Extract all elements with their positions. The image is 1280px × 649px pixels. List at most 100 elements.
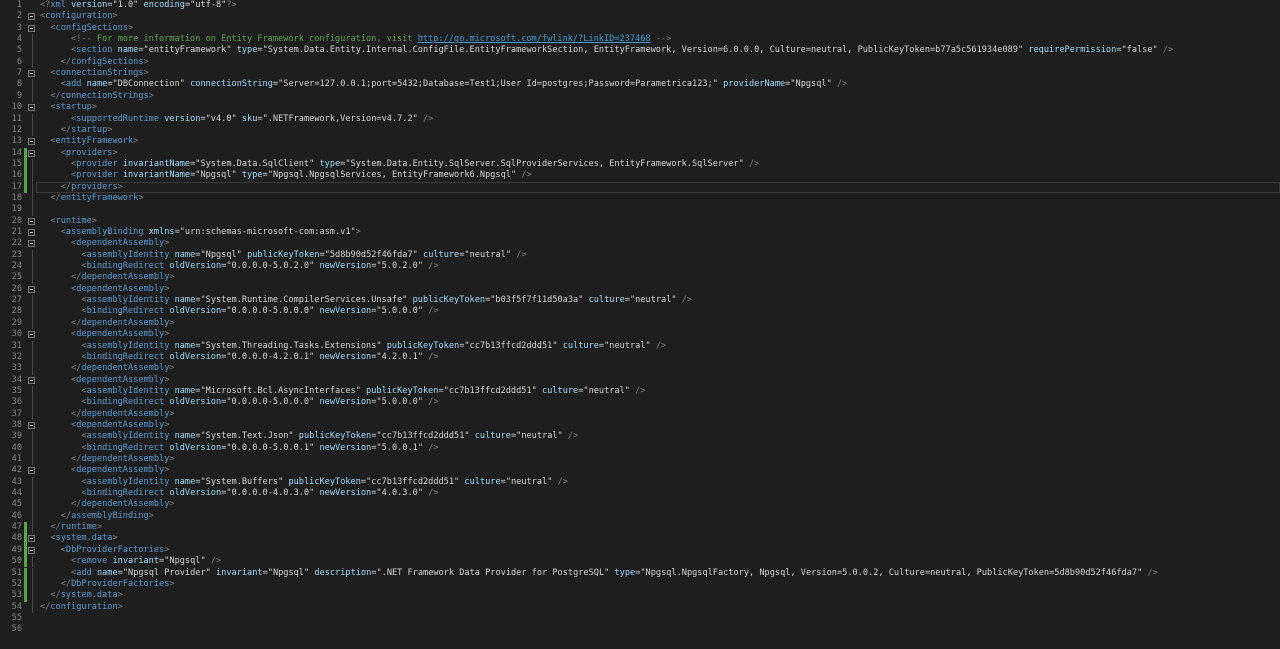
code-line[interactable]: 45 </dependentAssembly> bbox=[0, 499, 1280, 511]
code-line[interactable]: 46 </assemblyBinding> bbox=[0, 510, 1280, 523]
code-line[interactable]: 23 <assemblyIdentity name="Npgsql" publi… bbox=[0, 249, 1280, 262]
code-line[interactable]: 7 <connectionStrings> bbox=[0, 68, 1280, 79]
code-token: /> bbox=[1147, 567, 1158, 578]
fold-collapse-icon[interactable] bbox=[28, 421, 35, 429]
code-line[interactable]: 56 bbox=[0, 624, 1280, 635]
code-line[interactable]: 48 <system.data> bbox=[0, 533, 1280, 545]
fold-guide-line bbox=[32, 317, 33, 330]
fold-collapse-icon[interactable] bbox=[28, 149, 35, 157]
line-number: 4 bbox=[16, 34, 22, 45]
code-line[interactable]: 53 </system.data> bbox=[0, 590, 1280, 602]
code-line[interactable]: 30 <dependentAssembly> bbox=[0, 329, 1280, 340]
code-line[interactable]: 44 <bindingRedirect oldVersion="0.0.0.0-… bbox=[0, 488, 1280, 500]
code-line[interactable]: 6 </configSections> bbox=[0, 56, 1280, 69]
code-line[interactable]: 22 <dependentAssembly> bbox=[0, 238, 1280, 249]
fold-collapse-icon[interactable] bbox=[28, 535, 35, 543]
code-line[interactable]: 11 <supportedRuntime version="v4.0" sku=… bbox=[0, 113, 1280, 125]
code-line[interactable]: 25 </dependentAssembly> bbox=[0, 272, 1280, 284]
code-line[interactable]: 12 </startup> bbox=[0, 124, 1280, 137]
code-token: oldVersion bbox=[169, 351, 222, 362]
code-line[interactable]: 17 </providers> bbox=[0, 181, 1280, 193]
code-token: oldVersion bbox=[169, 306, 222, 317]
code-line[interactable]: 2 <configuration> bbox=[0, 11, 1280, 22]
code-line[interactable]: 27 <assemblyIdentity name="System.Runtim… bbox=[0, 295, 1280, 307]
code-line[interactable]: 39 <assemblyIdentity name="System.Text.J… bbox=[0, 431, 1280, 443]
fold-collapse-icon[interactable] bbox=[28, 70, 35, 78]
code-line[interactable]: 40 <bindingRedirect oldVersion="0.0.0.0-… bbox=[0, 442, 1280, 454]
code-line[interactable]: 43 <assemblyIdentity name="System.Buffer… bbox=[0, 476, 1280, 489]
code-token: connectionStrings bbox=[60, 90, 149, 101]
fold-guide-line bbox=[32, 385, 33, 398]
code-line[interactable]: 49 <DbProviderFactories> bbox=[0, 544, 1280, 557]
code-token: > bbox=[355, 227, 361, 237]
fold-collapse-icon[interactable] bbox=[28, 24, 35, 32]
code-line[interactable]: 36 <bindingRedirect oldVersion="0.0.0.0-… bbox=[0, 397, 1280, 409]
code-line[interactable]: 34 <dependentAssembly> bbox=[0, 375, 1280, 386]
code-line[interactable]: 20 <runtime> bbox=[0, 216, 1280, 227]
code-token: culture bbox=[464, 476, 501, 487]
code-line[interactable]: 35 <assemblyIdentity name="Microsoft.Bcl… bbox=[0, 385, 1280, 398]
code-token: providerName bbox=[723, 79, 786, 90]
code-line[interactable]: 55 bbox=[0, 613, 1280, 624]
fold-collapse-icon[interactable] bbox=[28, 331, 35, 339]
code-token: dependentAssembly bbox=[81, 363, 170, 374]
code-line[interactable]: 38 <dependentAssembly> bbox=[0, 420, 1280, 431]
code-line[interactable]: 51 <add name="Npgsql Provider" invariant… bbox=[0, 567, 1280, 579]
code-token: culture bbox=[423, 249, 460, 260]
code-token: dependentAssembly bbox=[76, 465, 165, 476]
fold-collapse-icon[interactable] bbox=[28, 240, 35, 248]
fold-collapse-icon[interactable] bbox=[28, 376, 35, 384]
fold-collapse-icon[interactable] bbox=[28, 13, 35, 21]
fold-collapse-icon[interactable] bbox=[28, 104, 35, 112]
code-line[interactable]: 16 <provider invariantName="Npgsql" type… bbox=[0, 170, 1280, 182]
code-line[interactable]: 52 </DbProviderFactories> bbox=[0, 578, 1280, 591]
code-line[interactable]: 8 <add name="DBConnection" connectionStr… bbox=[0, 79, 1280, 91]
code-line[interactable]: 3 <configSections> bbox=[0, 23, 1280, 34]
code-line[interactable]: 14 <providers> bbox=[0, 147, 1280, 159]
code-line[interactable]: 4 <!-- For more information on Entity Fr… bbox=[0, 34, 1280, 46]
fold-collapse-icon[interactable] bbox=[28, 546, 35, 554]
code-token: providers bbox=[65, 147, 113, 158]
fold-collapse-icon[interactable] bbox=[28, 217, 35, 225]
line-number: 10 bbox=[11, 102, 22, 113]
code-token: culture bbox=[542, 385, 579, 396]
line-number: 22 bbox=[11, 238, 22, 249]
code-link[interactable]: http://go.microsoft.com/fwlink/?LinkID=2… bbox=[418, 34, 651, 44]
code-line[interactable]: 31 <assemblyIdentity name="System.Thread… bbox=[0, 340, 1280, 352]
code-line[interactable]: 32 <bindingRedirect oldVersion="0.0.0.0-… bbox=[0, 351, 1280, 364]
code-line[interactable]: 21 <assemblyBinding xmlns="urn:schemas-m… bbox=[0, 227, 1280, 238]
code-editor[interactable]: 1 <?xml version="1.0" encoding="utf-8"?> 2… bbox=[0, 0, 1280, 649]
code-token: </ bbox=[71, 499, 82, 510]
code-token: "neutral" bbox=[583, 385, 630, 396]
code-line[interactable]: 24 <bindingRedirect oldVersion="0.0.0.0-… bbox=[0, 261, 1280, 273]
code-line[interactable]: 29 </dependentAssembly> bbox=[0, 317, 1280, 330]
code-token: type bbox=[236, 45, 258, 56]
fold-collapse-icon[interactable] bbox=[28, 229, 35, 236]
fold-collapse-icon[interactable] bbox=[28, 285, 35, 293]
code-text: <dependentAssembly> bbox=[40, 284, 169, 295]
code-line[interactable]: 10 <startup> bbox=[0, 102, 1280, 113]
code-line[interactable]: 42 <dependentAssembly> bbox=[0, 465, 1280, 476]
code-line[interactable]: 1 <?xml version="1.0" encoding="utf-8"?> bbox=[0, 0, 1280, 11]
code-line[interactable]: 33 </dependentAssembly> bbox=[0, 363, 1280, 375]
fold-collapse-icon[interactable] bbox=[28, 467, 35, 475]
line-number: 1 bbox=[16, 0, 22, 10]
code-line[interactable]: 41 </dependentAssembly> bbox=[0, 454, 1280, 466]
line-number: 40 bbox=[11, 442, 22, 453]
fold-collapse-icon[interactable] bbox=[28, 138, 35, 146]
code-line[interactable]: 5 <section name="entityFramework" type="… bbox=[0, 45, 1280, 57]
code-line[interactable]: 13 <entityFramework> bbox=[0, 136, 1280, 147]
code-line[interactable]: 37 </dependentAssembly> bbox=[0, 408, 1280, 420]
code-line[interactable]: 28 <bindingRedirect oldVersion="0.0.0.0-… bbox=[0, 306, 1280, 318]
code-token: name bbox=[86, 79, 108, 90]
code-line[interactable]: 19 bbox=[0, 204, 1280, 216]
code-line[interactable]: 26 <dependentAssembly> bbox=[0, 284, 1280, 295]
code-token: newVersion bbox=[319, 397, 372, 408]
code-line[interactable]: 50 <remove invariant="Npgsql" /> bbox=[0, 556, 1280, 568]
code-line[interactable]: 54 </configuration> bbox=[0, 601, 1280, 613]
code-line[interactable]: 47 </runtime> bbox=[0, 522, 1280, 534]
code-line[interactable]: 9 </connectionStrings> bbox=[0, 90, 1280, 103]
code-line[interactable]: 15 <provider invariantName="System.Data.… bbox=[0, 158, 1280, 171]
code-line[interactable]: 18 </entityFramework> bbox=[0, 192, 1280, 205]
